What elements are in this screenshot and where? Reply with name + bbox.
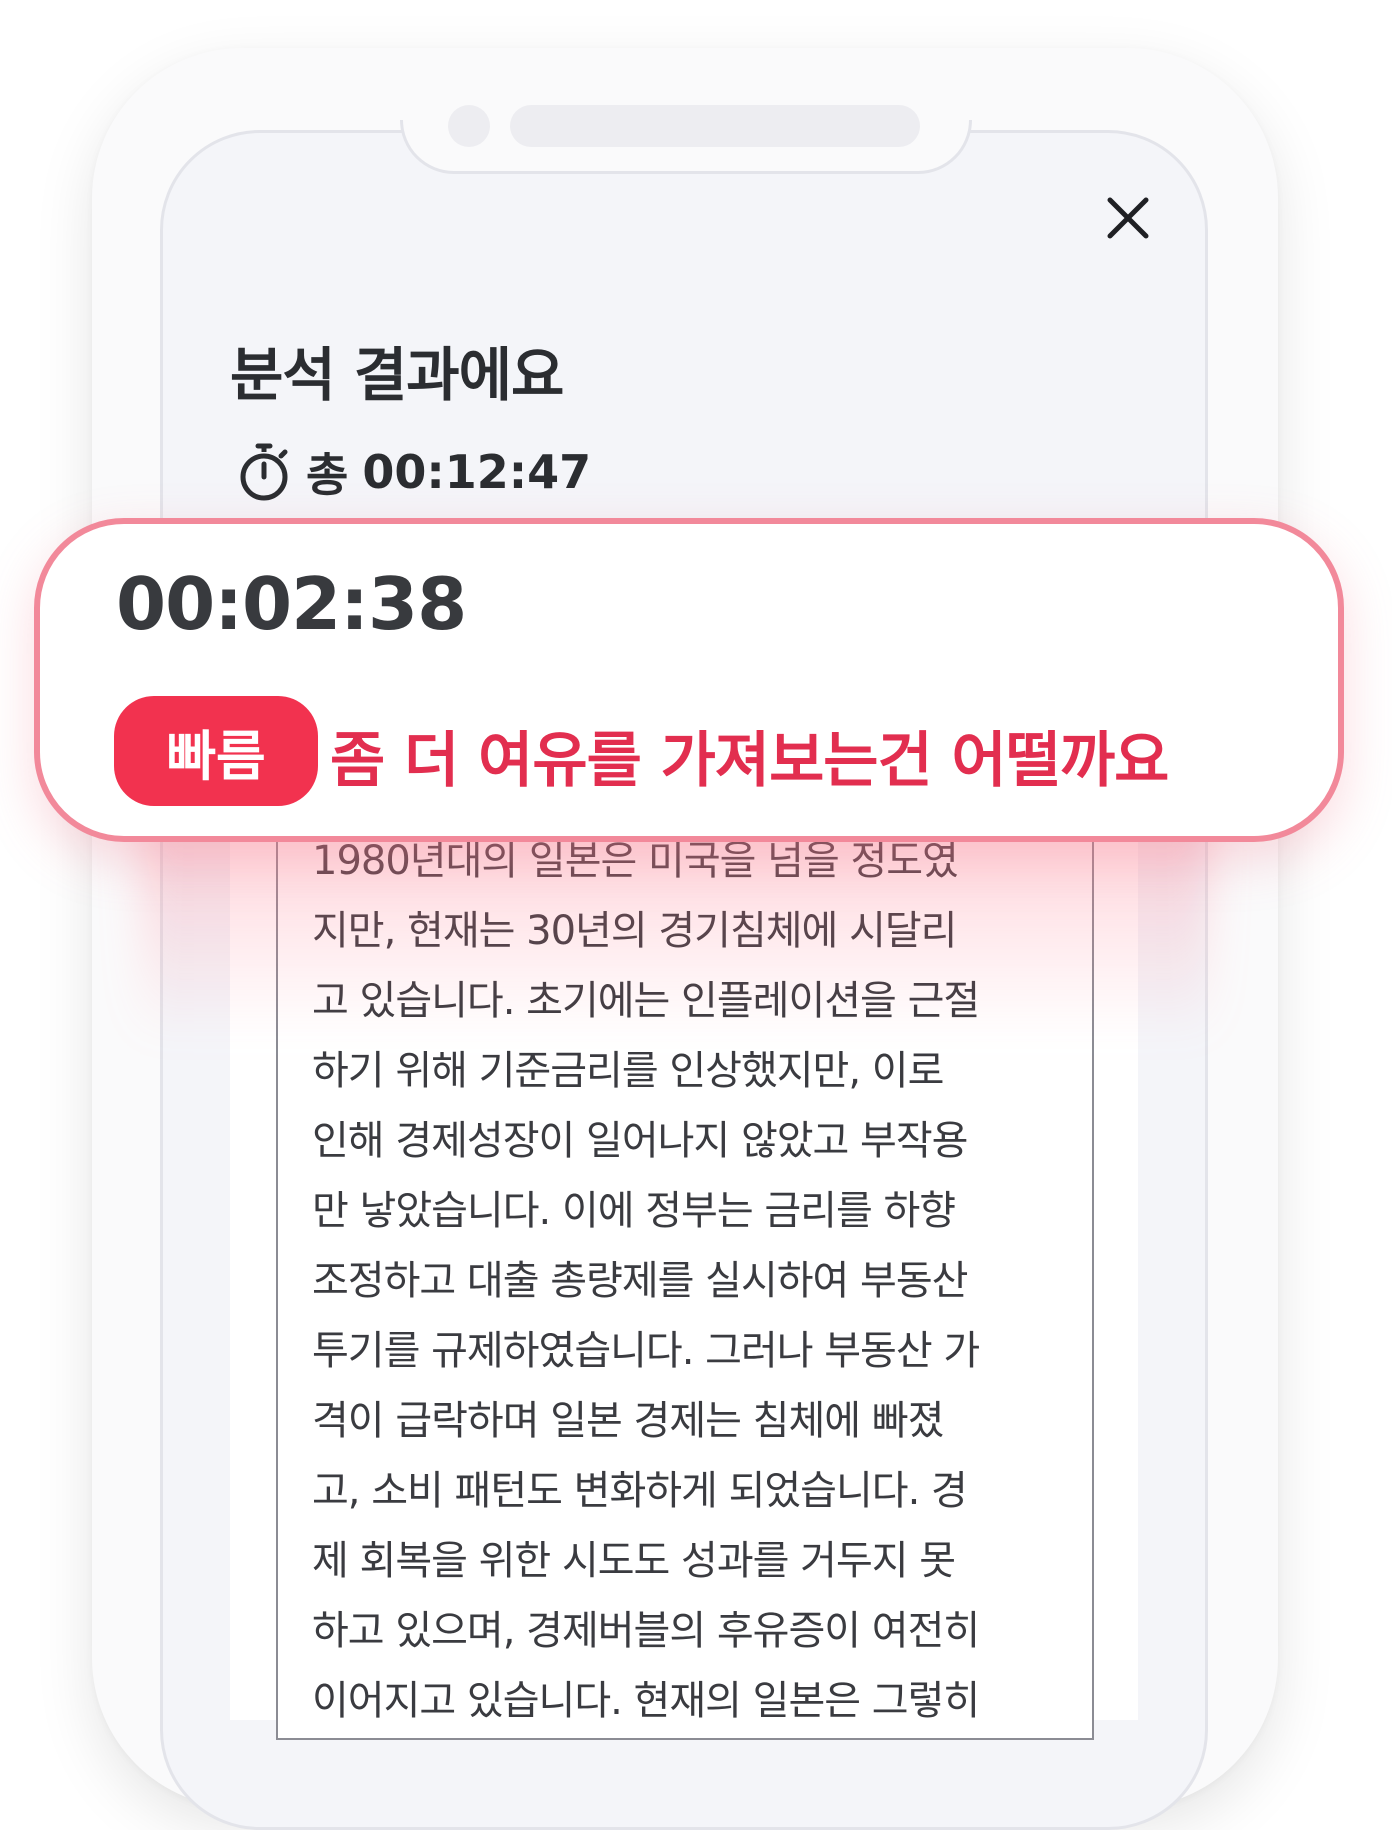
close-button[interactable] <box>1100 190 1156 246</box>
speed-badge: 빠름 <box>114 696 318 806</box>
speed-badge-label: 빠름 <box>166 724 266 788</box>
advice-message: 좀 더 여유를 가져보는건 어떨까요 <box>330 726 1169 796</box>
page-title: 분석 결과에요 <box>230 341 564 409</box>
close-icon <box>1107 197 1149 239</box>
speaker-grille <box>510 105 920 147</box>
total-time-row: 총 00:12:47 <box>236 442 591 502</box>
stopwatch-icon <box>240 443 288 501</box>
total-time: 00:12:47 <box>362 445 592 499</box>
camera-icon <box>448 105 490 147</box>
total-label: 총 <box>306 448 349 502</box>
lap-time: 00:02:38 <box>116 562 467 646</box>
